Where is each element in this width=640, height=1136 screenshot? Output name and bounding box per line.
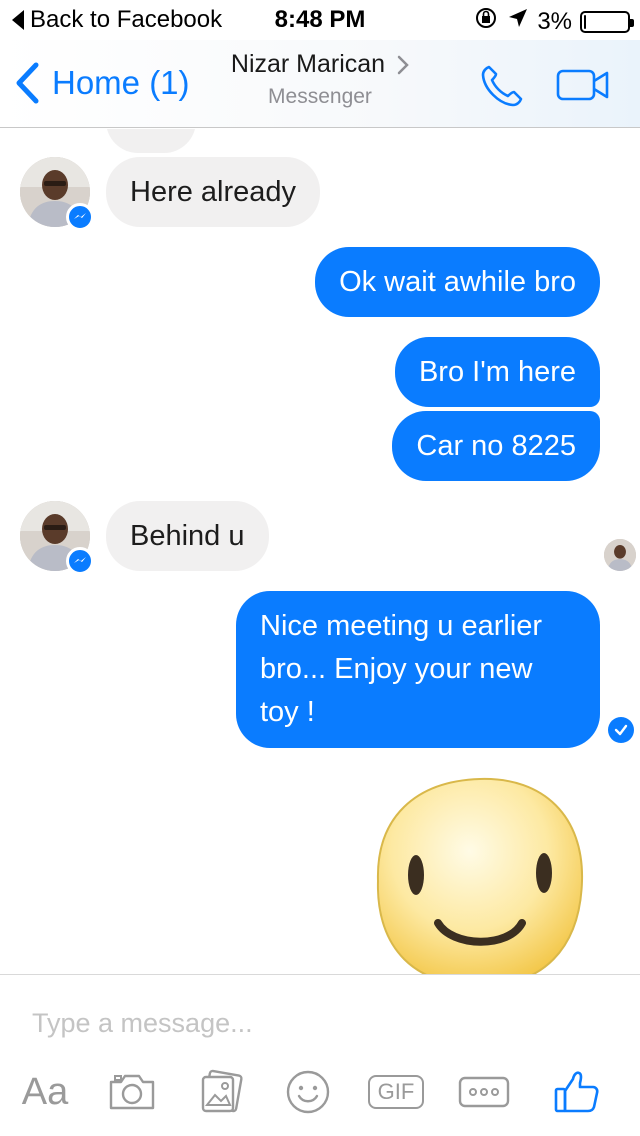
home-back-label: Home (1) [52,64,190,101]
cut-off-message-bubble [106,129,196,153]
photo-gallery-icon [201,1069,243,1113]
back-to-facebook-label: Back to Facebook [30,6,223,33]
conversation-subtitle: Messenger [268,85,372,108]
seen-by-avatar [604,539,636,571]
chevron-right-icon [397,55,409,74]
chevron-left-icon [16,62,39,104]
location-arrow-icon [507,7,529,36]
text-format-icon: Aa [21,1070,69,1113]
voice-call-button[interactable] [478,62,526,115]
status-indicators: 3% [473,6,634,37]
phone-icon [481,65,523,107]
video-camera-icon [556,69,609,101]
like-button[interactable] [552,1069,602,1115]
home-back-button[interactable]: Home (1) [14,62,190,104]
contact-name: Nizar Marican [230,50,386,78]
back-to-facebook-link[interactable]: Back to Facebook [12,6,222,34]
like-thumb-icon [554,1071,599,1113]
message-bubble-incoming[interactable]: Here already [106,157,321,227]
message-input[interactable] [32,1003,592,1043]
message-bubble-outgoing[interactable]: Bro I'm here [394,337,600,407]
delivered-check-icon [608,717,634,743]
smiley-sticker[interactable] [372,773,588,974]
message-bubble-outgoing[interactable]: Ok wait awhile bro [315,247,600,317]
conversation-header: Home (1) Nizar Marican Messenger [0,40,640,128]
camera-button[interactable] [106,1069,158,1115]
emoji-icon [286,1070,330,1114]
message-thread[interactable]: Here already Ok wait awhile bro Bro I'm … [0,129,640,974]
messenger-badge-icon [66,547,94,575]
orientation-lock-icon [473,6,499,37]
gif-icon: GIF [367,1075,425,1109]
message-bubble-outgoing[interactable]: Nice meeting u earlier bro... Enjoy your… [236,591,600,748]
message-bubble-outgoing[interactable]: Car no 8225 [392,411,600,481]
battery-percent: 3% [537,7,572,35]
conversation-title-button[interactable]: Nizar Marican Messenger [180,50,460,109]
camera-icon [109,1074,155,1110]
photo-gallery-button[interactable] [198,1069,246,1115]
gif-button[interactable]: GIF [367,1069,425,1115]
battery-icon [580,10,634,33]
messenger-badge-icon [66,203,94,231]
text-format-button[interactable]: Aa [18,1069,72,1115]
battery-level-fill [584,14,586,29]
more-options-button[interactable] [458,1069,510,1115]
more-icon [458,1076,510,1108]
status-bar: Back to Facebook 8:48 PM 3% [0,0,640,40]
emoji-button[interactable] [284,1069,332,1115]
message-bubble-incoming[interactable]: Behind u [106,501,269,571]
back-triangle-icon [12,10,24,30]
composer: Aa GIF [0,974,640,1136]
video-call-button[interactable] [556,68,610,107]
